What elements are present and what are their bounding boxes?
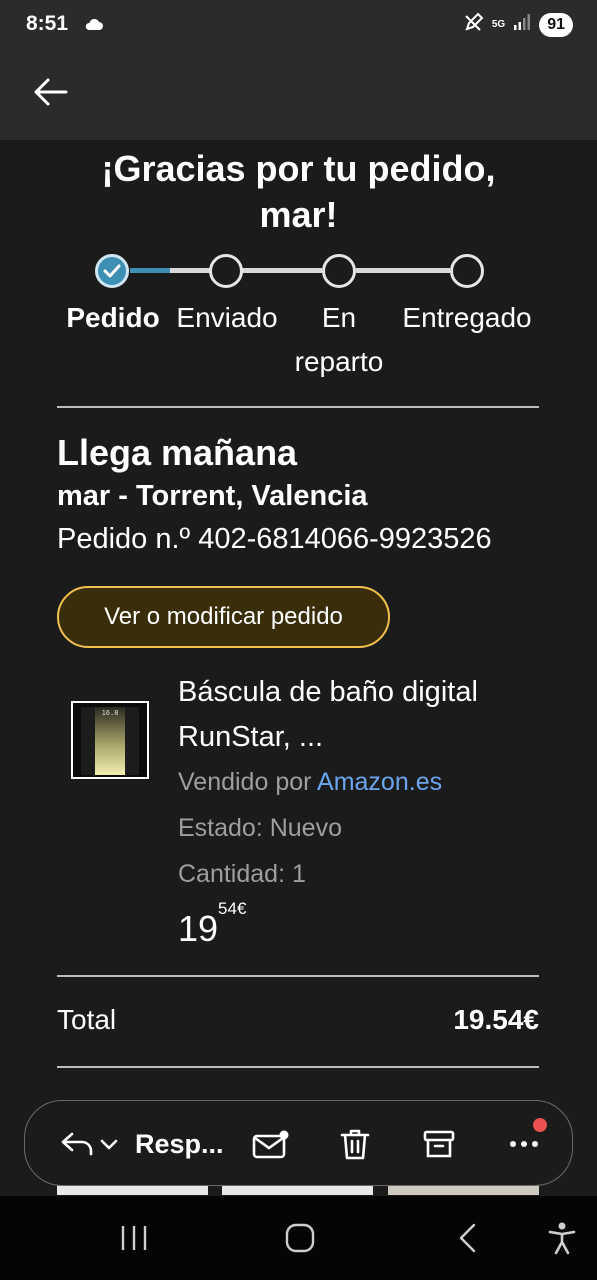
product-name[interactable]: Báscula de baño digital RunStar, ... bbox=[178, 670, 558, 760]
home-button[interactable] bbox=[270, 1196, 330, 1280]
home-icon bbox=[285, 1223, 315, 1253]
battery-level: 91 bbox=[539, 12, 573, 37]
reply-label-button[interactable]: Resp... bbox=[135, 1101, 227, 1187]
back-arrow-icon bbox=[32, 77, 68, 112]
product-thumbnail[interactable]: 16.8 bbox=[71, 701, 149, 779]
status-time: 8:51 bbox=[26, 12, 69, 35]
arrival-heading: Llega mañana bbox=[57, 432, 298, 473]
check-icon bbox=[103, 264, 121, 278]
product-quantity: Cantidad: 1 bbox=[178, 860, 306, 888]
recents-icon bbox=[121, 1226, 147, 1250]
step-entregado-marker bbox=[450, 254, 484, 288]
divider bbox=[57, 1066, 539, 1068]
recents-button[interactable] bbox=[104, 1196, 164, 1280]
progress-track bbox=[356, 268, 450, 273]
progress-track-done bbox=[130, 268, 170, 273]
reply-label: Resp... bbox=[135, 1128, 224, 1159]
scale-image: 16.8 bbox=[73, 703, 147, 777]
accessibility-icon bbox=[548, 1222, 576, 1255]
product-condition: Estado: Nuevo bbox=[178, 814, 342, 842]
email-action-bar: Resp... bbox=[24, 1100, 573, 1186]
back-button[interactable] bbox=[28, 72, 72, 116]
seller-prefix: Vendido por bbox=[178, 768, 312, 796]
divider bbox=[57, 975, 539, 977]
notification-dot bbox=[533, 1118, 547, 1132]
accessibility-button[interactable] bbox=[540, 1196, 584, 1280]
divider bbox=[57, 406, 539, 408]
order-number: Pedido n.º 402-6814066-9923526 bbox=[57, 523, 492, 555]
reply-button[interactable] bbox=[57, 1101, 121, 1187]
progress-track bbox=[170, 268, 210, 273]
weather-icon bbox=[84, 16, 104, 37]
step-label-enviado: Enviado bbox=[176, 302, 278, 333]
pen-icon bbox=[464, 12, 484, 37]
step-reparto-marker bbox=[322, 254, 356, 288]
system-nav-bar bbox=[0, 1196, 597, 1280]
archive-button[interactable] bbox=[415, 1101, 463, 1187]
view-order-button[interactable]: Ver o modificar pedido bbox=[57, 586, 390, 648]
price-decimal: 54€ bbox=[218, 899, 247, 918]
mark-unread-button[interactable] bbox=[247, 1101, 295, 1187]
product-seller: Vendido por Amazon.es bbox=[178, 768, 442, 797]
signal-icon bbox=[513, 13, 531, 36]
email-body: ¡Gracias por tu pedido, mar! Pedido Envi… bbox=[0, 140, 597, 1196]
seller-link[interactable]: Amazon.es bbox=[317, 768, 442, 796]
nav-back-icon bbox=[459, 1223, 476, 1253]
step-pedido-marker bbox=[95, 254, 129, 288]
shipping-destination: mar - Torrent, Valencia bbox=[57, 480, 368, 512]
total-value: 19.54€ bbox=[453, 1004, 539, 1035]
step-label-entregado: Entregado bbox=[402, 302, 532, 333]
step-label-pedido: Pedido bbox=[66, 302, 160, 333]
archive-icon bbox=[423, 1130, 455, 1158]
progress-track bbox=[242, 268, 322, 273]
greeting-title: ¡Gracias por tu pedido, mar! bbox=[101, 148, 496, 235]
nav-back-button[interactable] bbox=[440, 1196, 496, 1280]
reply-icon bbox=[61, 1132, 93, 1156]
status-bar: 8:51 5G 91 bbox=[0, 0, 597, 52]
total-label: Total bbox=[57, 1004, 117, 1035]
chevron-down-icon bbox=[100, 1139, 118, 1150]
step-label-reparto: En reparto bbox=[294, 302, 384, 377]
app-bar bbox=[0, 52, 597, 140]
trash-icon bbox=[340, 1129, 370, 1160]
step-enviado-marker bbox=[209, 254, 243, 288]
product-price: 1954€ bbox=[178, 899, 246, 950]
delete-button[interactable] bbox=[331, 1101, 379, 1187]
price-integer: 19 bbox=[178, 908, 219, 949]
more-icon bbox=[510, 1141, 538, 1147]
more-options-button[interactable] bbox=[499, 1101, 549, 1187]
mark-unread-icon bbox=[252, 1130, 289, 1159]
network-type: 5G bbox=[491, 18, 506, 30]
svg-text:16.8: 16.8 bbox=[102, 709, 119, 717]
